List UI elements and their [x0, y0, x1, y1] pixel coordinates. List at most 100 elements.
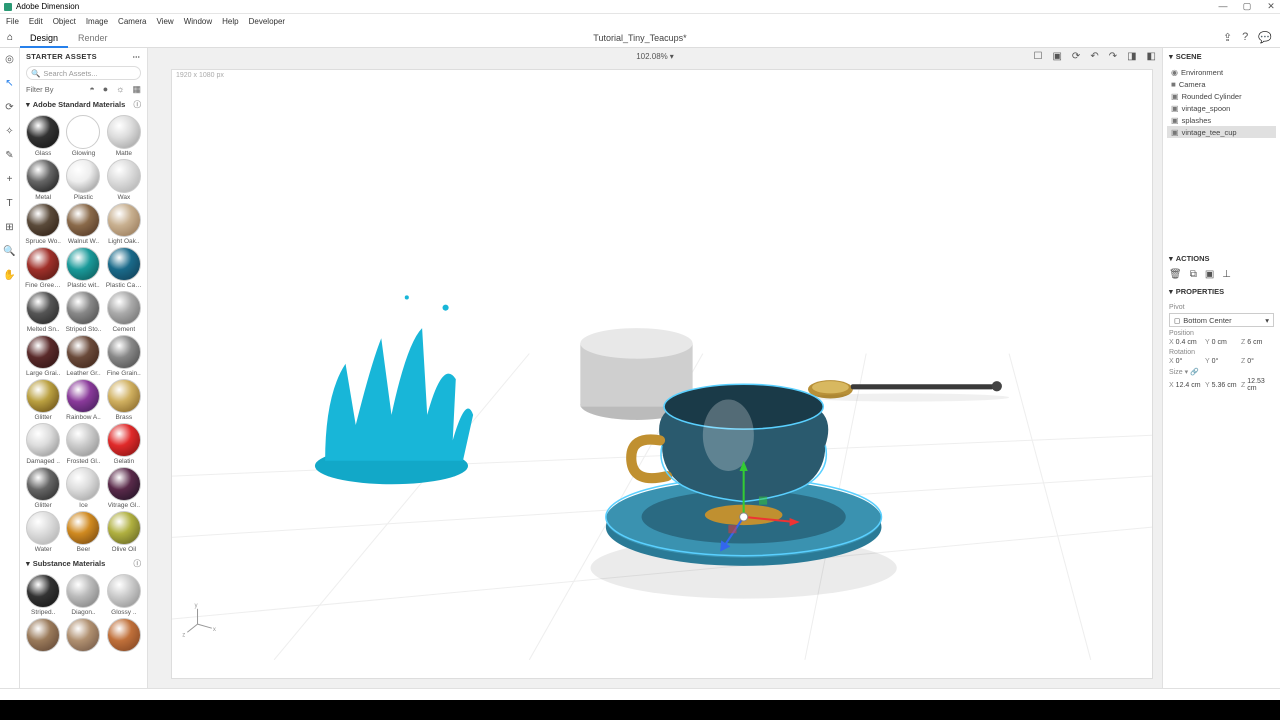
- pos-z[interactable]: Z6 cm: [1241, 339, 1274, 346]
- target-icon[interactable]: ◎: [3, 52, 17, 66]
- minimize-button[interactable]: —: [1218, 1, 1228, 12]
- maximize-button[interactable]: ▢: [1242, 1, 1252, 12]
- material-swatch[interactable]: Striped Sto..: [64, 291, 102, 333]
- chevron-down-icon[interactable]: ▾: [1169, 287, 1173, 296]
- material-swatch[interactable]: Glass: [24, 115, 62, 157]
- menu-help[interactable]: Help: [222, 17, 238, 26]
- menu-view[interactable]: View: [157, 17, 174, 26]
- sampler-tool-icon[interactable]: ✎: [3, 148, 17, 162]
- delete-icon[interactable]: 🗑: [1169, 269, 1182, 280]
- text-tool-icon[interactable]: T: [3, 196, 17, 210]
- menu-file[interactable]: File: [6, 17, 19, 26]
- scene-node[interactable]: ◉Environment: [1167, 66, 1276, 78]
- vp-render-icon[interactable]: ◨: [1127, 51, 1136, 62]
- assets-panel-title[interactable]: STARTER ASSETS: [26, 52, 97, 61]
- rot-y[interactable]: Y0°: [1205, 358, 1238, 365]
- align-tool-icon[interactable]: ⊞: [3, 220, 17, 234]
- share-icon[interactable]: ⇪: [1223, 31, 1232, 44]
- pivot-select[interactable]: ◻Bottom Center ▾: [1169, 313, 1274, 327]
- material-swatch[interactable]: Glossy ..: [105, 574, 143, 616]
- material-swatch[interactable]: Metal: [24, 159, 62, 201]
- material-swatch[interactable]: [64, 618, 102, 653]
- filter-models-icon[interactable]: ◓: [89, 84, 94, 95]
- duplicate-icon[interactable]: ⧉: [1190, 269, 1197, 280]
- zoom-control[interactable]: 102.08%▾: [636, 52, 674, 61]
- zoom-tool-icon[interactable]: 🔍: [3, 244, 17, 258]
- menu-object[interactable]: Object: [53, 17, 76, 26]
- panel-menu-icon[interactable]: ⋯: [133, 52, 142, 61]
- material-swatch[interactable]: Diagon..: [64, 574, 102, 616]
- scene-node[interactable]: ▣splashes: [1167, 114, 1276, 126]
- canvas-3d[interactable]: 1920 x 1080 px: [172, 70, 1152, 678]
- filter-materials-icon[interactable]: ●: [103, 84, 108, 95]
- chat-icon[interactable]: 💬: [1258, 31, 1272, 44]
- vp-camera-icon[interactable]: ▣: [1052, 51, 1061, 62]
- info-icon[interactable]: ⓘ: [134, 99, 142, 110]
- section-materials[interactable]: Adobe Standard Materials: [33, 100, 126, 109]
- hand-tool-icon[interactable]: ✋: [3, 268, 17, 282]
- group-icon[interactable]: ▣: [1205, 269, 1214, 280]
- material-swatch[interactable]: Water: [24, 511, 62, 553]
- scene-node[interactable]: ▣vintage_spoon: [1167, 102, 1276, 114]
- menu-camera[interactable]: Camera: [118, 17, 146, 26]
- material-swatch[interactable]: Walnut W..: [64, 203, 102, 245]
- vp-frame-icon[interactable]: ☐: [1034, 51, 1043, 62]
- material-swatch[interactable]: Cement: [105, 291, 143, 333]
- material-swatch[interactable]: Damaged ..: [24, 423, 62, 465]
- vp-redo-icon[interactable]: ↷: [1109, 51, 1117, 62]
- material-swatch[interactable]: Matte: [105, 115, 143, 157]
- close-button[interactable]: ✕: [1266, 1, 1276, 12]
- material-swatch[interactable]: Spruce Wo..: [24, 203, 62, 245]
- material-swatch[interactable]: Plastic Can..: [105, 247, 143, 289]
- info-icon[interactable]: ⓘ: [134, 558, 142, 569]
- material-swatch[interactable]: Brass: [105, 379, 143, 421]
- help-icon[interactable]: ?: [1242, 31, 1248, 44]
- chevron-down-icon[interactable]: ▾: [26, 100, 30, 109]
- material-swatch[interactable]: Light Oak..: [105, 203, 143, 245]
- rot-x[interactable]: X0°: [1169, 358, 1202, 365]
- material-swatch[interactable]: Glitter: [24, 467, 62, 509]
- section-substance[interactable]: Substance Materials: [33, 559, 106, 568]
- vp-settings-icon[interactable]: ◧: [1147, 51, 1156, 62]
- align-floor-icon[interactable]: ⊥: [1222, 269, 1231, 280]
- material-swatch[interactable]: Wax: [105, 159, 143, 201]
- material-swatch[interactable]: [24, 618, 62, 653]
- rot-z[interactable]: Z0°: [1241, 358, 1274, 365]
- menu-edit[interactable]: Edit: [29, 17, 43, 26]
- material-swatch[interactable]: Plastic: [64, 159, 102, 201]
- material-swatch[interactable]: Olive Oil: [105, 511, 143, 553]
- size-x[interactable]: X12.4 cm: [1169, 378, 1202, 392]
- material-swatch[interactable]: Striped..: [24, 574, 62, 616]
- menu-developer[interactable]: Developer: [249, 17, 285, 26]
- vp-undo-icon[interactable]: ↶: [1090, 51, 1098, 62]
- size-z[interactable]: Z12.53 cm: [1241, 378, 1274, 392]
- material-swatch[interactable]: Rainbow A..: [64, 379, 102, 421]
- scene-node[interactable]: ▣vintage_tee_cup: [1167, 126, 1276, 138]
- material-swatch[interactable]: Melted Sn..: [24, 291, 62, 333]
- filter-images-icon[interactable]: ▦: [132, 84, 141, 95]
- vp-refresh-icon[interactable]: ⟳: [1072, 51, 1080, 62]
- menu-image[interactable]: Image: [86, 17, 108, 26]
- select-tool-icon[interactable]: ↖: [3, 76, 17, 90]
- orbit-tool-icon[interactable]: ⟳: [3, 100, 17, 114]
- material-swatch[interactable]: Beer: [64, 511, 102, 553]
- material-swatch[interactable]: Leather Gr..: [64, 335, 102, 377]
- material-swatch[interactable]: Vitrage Gl..: [105, 467, 143, 509]
- menu-window[interactable]: Window: [184, 17, 212, 26]
- material-swatch[interactable]: Gelatin: [105, 423, 143, 465]
- material-swatch[interactable]: [105, 618, 143, 653]
- chevron-down-icon[interactable]: ▾: [26, 559, 30, 568]
- mode-design[interactable]: Design: [20, 28, 68, 48]
- pos-y[interactable]: Y0 cm: [1205, 339, 1238, 346]
- chevron-down-icon[interactable]: ▾: [1169, 52, 1173, 61]
- material-swatch[interactable]: Frosted Gl..: [64, 423, 102, 465]
- material-swatch[interactable]: Plastic wit..: [64, 247, 102, 289]
- material-swatch[interactable]: Fine Green..: [24, 247, 62, 289]
- mode-render[interactable]: Render: [68, 28, 118, 48]
- chevron-down-icon[interactable]: ▾: [1169, 254, 1173, 263]
- size-y[interactable]: Y5.36 cm: [1205, 378, 1238, 392]
- wand-tool-icon[interactable]: ✧: [3, 124, 17, 138]
- material-swatch[interactable]: Glitter: [24, 379, 62, 421]
- home-button[interactable]: ⌂: [0, 32, 20, 43]
- add-tool-icon[interactable]: +: [3, 172, 17, 186]
